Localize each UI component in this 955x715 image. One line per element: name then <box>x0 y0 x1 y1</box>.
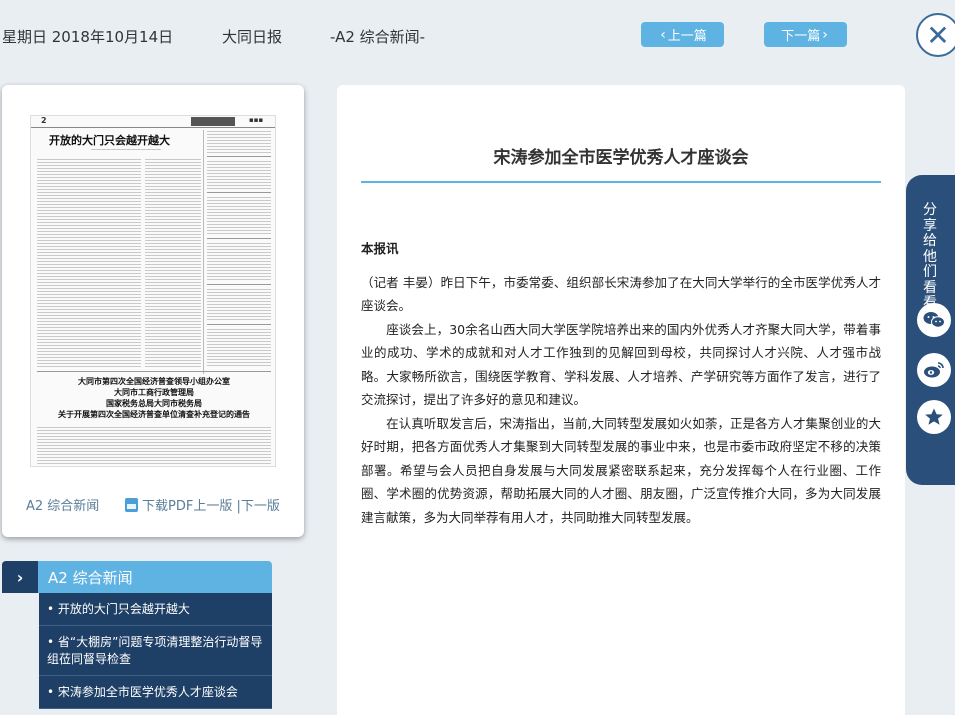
thumbnail-rule <box>207 324 271 325</box>
list-item[interactable]: • 省“大棚房”问题专项清理整治行动督导组莅同督导检查 <box>39 626 272 676</box>
previous-article-label: 上一篇 <box>667 29 707 44</box>
article-panel: 宋涛参加全市医学优秀人才座谈会 本报讯 （记者 丰晏）昨日下午，市委常委、组织部… <box>337 85 905 715</box>
edition-article-list: › A2 综合新闻 • 开放的大门只会越开越大 • 省“大棚房”问题专项清理整治… <box>2 561 272 709</box>
share-sidebar: 分享给他们看看 <box>906 175 955 485</box>
thumbnail-notice-body <box>37 426 271 464</box>
edition-label: -A2 综合新闻- <box>330 28 426 46</box>
article-lead: 本报讯 <box>361 241 399 256</box>
next-article-button[interactable]: 下一篇 › <box>764 22 847 47</box>
article-paragraph: 在认真听取发言后，宋涛指出，当前,大同转型发展如火如荼，正是各方人才集聚创业的大… <box>361 415 881 525</box>
thumbnail-block-1 <box>207 130 271 154</box>
list-item[interactable]: • 开放的大门只会越开越大 <box>39 593 272 626</box>
article-paragraph: （记者 丰晏）昨日下午，市委常委、组织部长宋涛参加了在大同大学举行的全市医学优秀… <box>361 274 881 314</box>
chevron-left-icon: ‹ <box>660 26 666 43</box>
close-button[interactable]: ✕ <box>916 13 955 57</box>
edition-list-header[interactable]: › A2 综合新闻 <box>2 561 272 593</box>
article-body: 本报讯 （记者 丰晏）昨日下午，市委常委、组织部长宋涛参加了在大同大学举行的全市… <box>361 237 881 529</box>
pdf-and-pager: 下载PDF 上一版 |下一版 <box>125 495 280 514</box>
thumbnail-rule <box>207 156 271 157</box>
thumbnail-block-6 <box>207 328 271 368</box>
thumbnail-notice-line: 关于开展第四次全国经济普查单位清查补充登记的通告 <box>58 410 250 419</box>
thumbnail-notice-line: 大同市第四次全国经济普查领导小组办公室 <box>78 377 230 386</box>
thumbnail-headline: 开放的大门只会越开越大 <box>49 134 170 147</box>
thumbnail-page-header: 2 ▪▪▪ <box>31 116 275 128</box>
download-pdf-link[interactable]: 下载PDF <box>142 495 193 514</box>
wechat-share-icon[interactable] <box>917 303 951 337</box>
page-thumbnail-card: 2 ▪▪▪ 开放的大门只会越开越大 —————————————— 大同市第四次全… <box>2 85 304 537</box>
share-label: 分享给他们看看 <box>923 202 937 310</box>
thumbnail-subheadline: —————————————— <box>91 147 161 153</box>
thumbnail-footer: A2 综合新闻 下载PDF 上一版 |下一版 <box>2 495 304 515</box>
thumbnail-block-3 <box>207 196 271 236</box>
thumbnail-rule <box>207 284 271 285</box>
weibo-share-icon[interactable] <box>917 353 951 387</box>
chevron-right-icon: › <box>2 561 38 593</box>
list-item[interactable]: • 宋涛参加全市医学优秀人才座谈会 <box>39 676 272 709</box>
thumbnail-column-left <box>37 158 141 368</box>
article-title-divider <box>361 181 881 183</box>
thumbnail-column-middle <box>145 158 201 368</box>
thumbnail-block-2 <box>207 160 271 190</box>
thumbnail-rule <box>37 371 271 372</box>
chevron-right-icon: › <box>822 26 828 43</box>
next-article-label: 下一篇 <box>781 29 821 44</box>
thumbnail-page-number: 2 <box>41 116 47 125</box>
top-bar: 星期日 2018年10月14日 大同日报 -A2 综合新闻- ‹ 上一篇 下一篇… <box>0 0 955 72</box>
thumbnail-block-4 <box>207 242 271 282</box>
thumbnail-edition-link[interactable]: A2 综合新闻 <box>26 495 99 514</box>
edition-list-items: • 开放的大门只会越开越大 • 省“大棚房”问题专项清理整治行动督导组莅同督导检… <box>39 593 272 709</box>
thumbnail-block-5 <box>207 288 271 322</box>
article-title: 宋涛参加全市医学优秀人才座谈会 <box>493 148 749 168</box>
article-paragraph: 座谈会上，30余名山西大同大学医学院培养出来的国内外优秀人才齐聚大同大学，带着事… <box>361 321 881 408</box>
thumbnail-notice-line: 国家税务总局大同市税务局 <box>106 399 202 408</box>
star-icon <box>925 408 943 425</box>
thumbnail-notice-heading: 大同市第四次全国经济普查领导小组办公室 大同市工商行政管理局 国家税务总局大同市… <box>37 374 271 424</box>
favorite-share-icon[interactable] <box>917 400 951 434</box>
issue-date: 星期日 2018年10月14日 <box>2 28 174 46</box>
thumbnail-section-tag <box>191 117 235 126</box>
page-pager-links[interactable]: 上一版 |下一版 <box>193 495 280 514</box>
newspaper-page-thumbnail[interactable]: 2 ▪▪▪ 开放的大门只会越开越大 —————————————— 大同市第四次全… <box>30 115 276 467</box>
pdf-icon <box>125 497 138 512</box>
thumbnail-masthead-logo: ▪▪▪ <box>249 116 264 124</box>
wechat-icon <box>923 312 945 328</box>
close-icon: ✕ <box>926 18 950 52</box>
weibo-icon <box>924 362 944 378</box>
thumbnail-rule <box>207 238 271 239</box>
previous-article-button[interactable]: ‹ 上一篇 <box>641 22 724 47</box>
thumbnail-divider <box>203 130 204 374</box>
edition-list-title: A2 综合新闻 <box>48 568 133 587</box>
paper-name: 大同日报 <box>222 28 283 46</box>
thumbnail-notice-line: 大同市工商行政管理局 <box>114 388 194 397</box>
thumbnail-rule <box>207 192 271 193</box>
